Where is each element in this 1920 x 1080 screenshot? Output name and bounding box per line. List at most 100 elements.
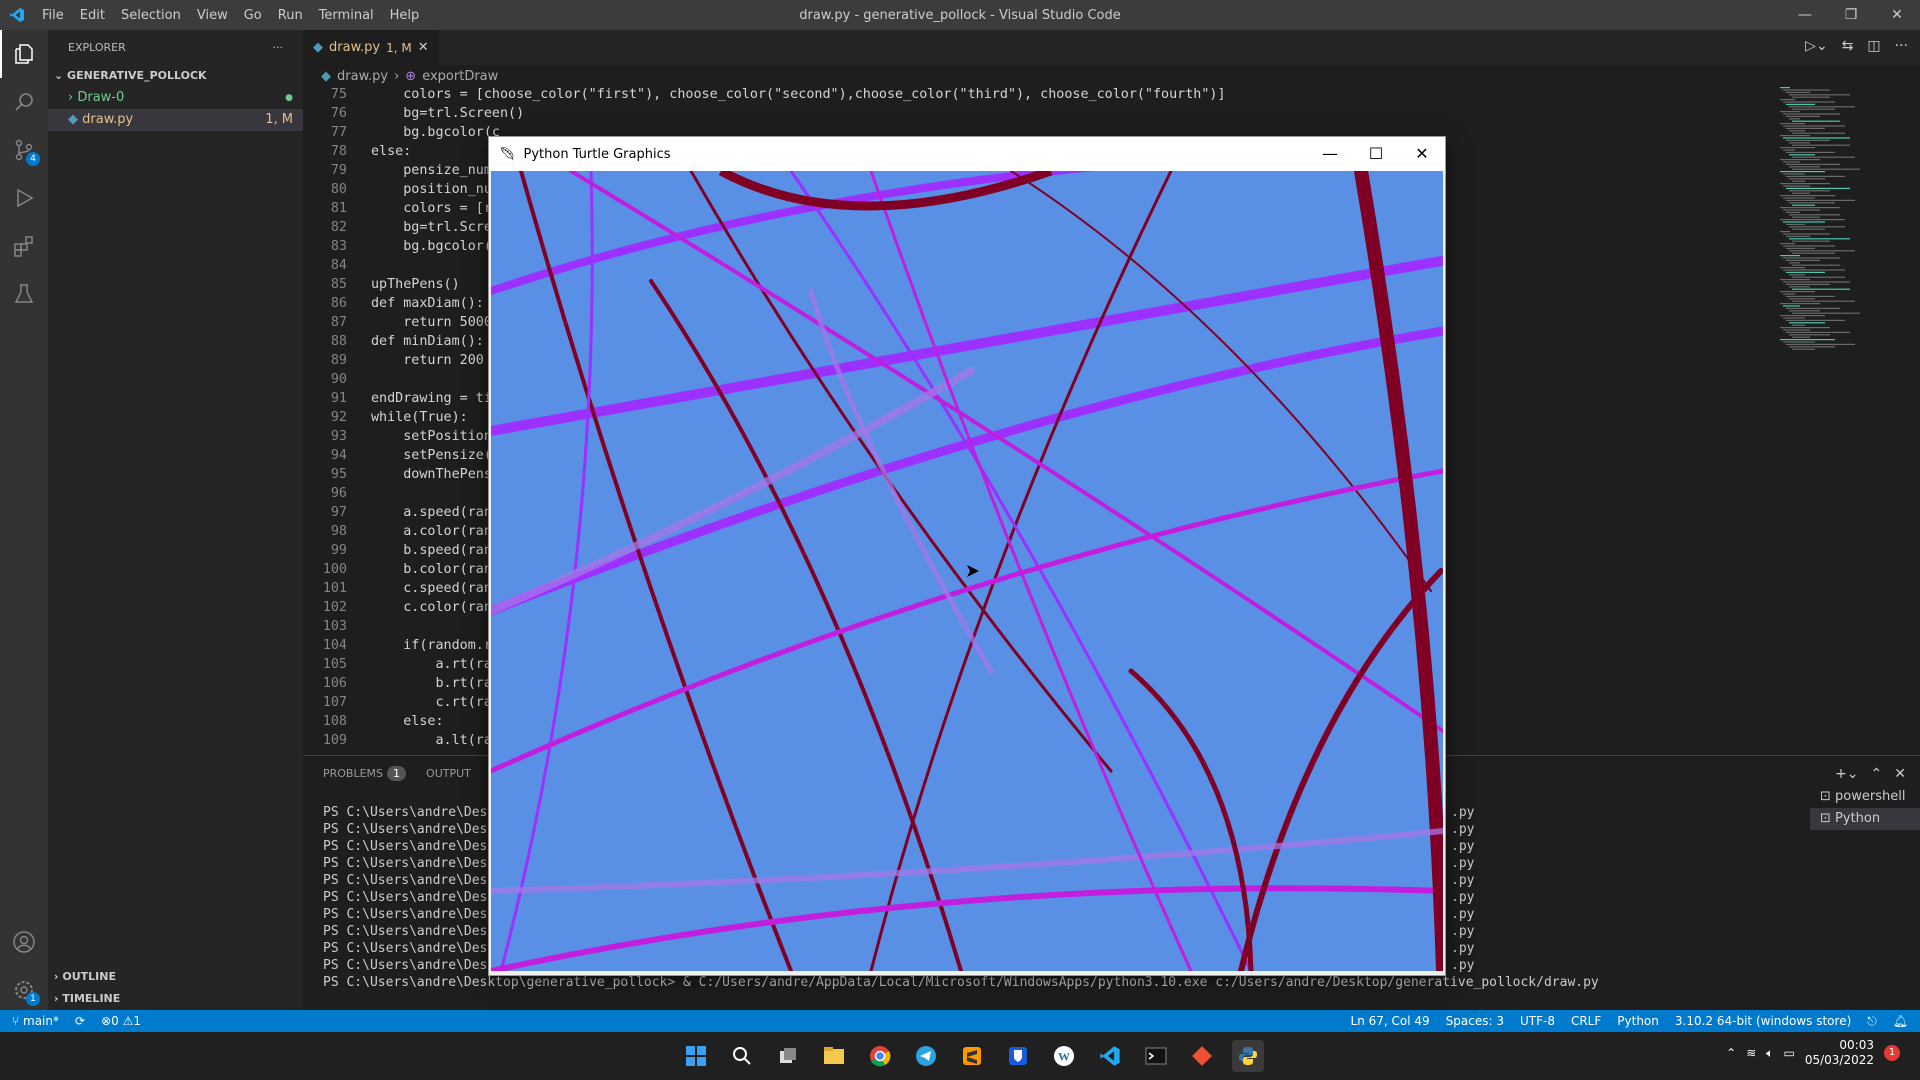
run-icon[interactable]: ▷⌄ xyxy=(1805,38,1828,54)
code-line: bg=trl.Screen() xyxy=(371,106,525,121)
encoding[interactable]: UTF-8 xyxy=(1520,1014,1555,1029)
minimap-line xyxy=(1789,178,1825,180)
branch-indicator[interactable]: ⑂ main* xyxy=(12,1014,59,1028)
close-icon[interactable]: ✕ xyxy=(418,40,429,55)
line-number: 91 xyxy=(330,391,347,406)
end-of-line[interactable]: CRLF xyxy=(1571,1014,1601,1029)
cursor-position[interactable]: Ln 67, Col 49 xyxy=(1351,1014,1430,1029)
tab-output[interactable]: OUTPUT xyxy=(426,767,471,780)
menu-edit[interactable]: Edit xyxy=(72,8,113,23)
minimap-line xyxy=(1792,336,1810,338)
split-editor-icon[interactable]: ◫ xyxy=(1867,38,1880,54)
menu-bar: File Edit Selection View Go Run Terminal… xyxy=(34,8,427,23)
testing-icon[interactable] xyxy=(0,270,48,318)
explorer-item-draw-py[interactable]: ◆ draw.py 1, M xyxy=(48,109,303,131)
maximize-panel-icon[interactable]: ⌃ xyxy=(1871,766,1883,782)
minimap[interactable] xyxy=(1776,87,1906,727)
wordpress-icon[interactable]: W xyxy=(1048,1040,1080,1072)
paint-stroke xyxy=(1354,171,1443,971)
new-terminal-icon[interactable]: +⌄ xyxy=(1835,766,1858,782)
settings-gear-icon[interactable]: 1 xyxy=(0,966,48,1014)
minimap-line xyxy=(1783,125,1845,127)
extensions-icon[interactable] xyxy=(0,222,48,270)
tab-draw-py[interactable]: ◆ draw.py 1, M ✕ xyxy=(303,30,439,65)
menu-selection[interactable]: Selection xyxy=(113,8,189,23)
terminal-icon[interactable] xyxy=(1140,1040,1172,1072)
live-share-icon[interactable]: ⎋ xyxy=(1867,1014,1877,1029)
windows-start-icon[interactable] xyxy=(680,1040,712,1072)
warning-icon: ⚠ xyxy=(122,1014,134,1028)
maximize-icon[interactable]: ☐ xyxy=(1353,137,1399,171)
tab-problems[interactable]: PROBLEMS 1 xyxy=(323,766,407,781)
menu-help[interactable]: Help xyxy=(382,8,428,23)
source-control-icon[interactable]: 4 xyxy=(0,126,48,174)
volume-icon[interactable]: 🔈︎ xyxy=(1766,1046,1773,1061)
problems-indicator[interactable]: ⊗0 ⚠1 xyxy=(101,1014,141,1028)
search-icon[interactable] xyxy=(726,1040,758,1072)
more-actions-icon[interactable]: ··· xyxy=(273,41,284,54)
notifications-bell-icon[interactable]: 🔔︎ xyxy=(1893,1014,1908,1029)
minimap-line xyxy=(1783,101,1835,103)
close-icon[interactable]: ✕ xyxy=(1399,137,1445,171)
code-line: pensize_num xyxy=(371,163,492,178)
bitwarden-icon[interactable] xyxy=(1002,1040,1034,1072)
terminal-item-powershell[interactable]: ⊡ powershell xyxy=(1810,786,1920,808)
minimap-line xyxy=(1792,252,1835,254)
notification-badge[interactable]: 1 xyxy=(1884,1045,1900,1061)
search-icon[interactable] xyxy=(0,78,48,126)
explorer-item-draw-0[interactable]: › Draw-0 ● xyxy=(48,87,303,109)
clock[interactable]: 00:03 05/03/2022 xyxy=(1805,1038,1874,1068)
line-number: 86 xyxy=(330,296,347,311)
chrome-icon[interactable] xyxy=(864,1040,896,1072)
minimap-line xyxy=(1789,106,1855,108)
folder-section[interactable]: ⌄ GENERATIVE_POLLOCK xyxy=(48,65,303,87)
menu-file[interactable]: File xyxy=(34,8,72,23)
compare-icon[interactable]: ⇆ xyxy=(1842,38,1854,54)
breadcrumb-symbol[interactable]: exportDraw xyxy=(422,69,498,84)
time: 00:03 xyxy=(1839,1038,1874,1052)
minimize-icon[interactable]: — xyxy=(1782,0,1828,30)
outline-section[interactable]: › OUTLINE xyxy=(48,966,116,988)
wifi-icon[interactable]: ≋ xyxy=(1746,1046,1756,1060)
menu-go[interactable]: Go xyxy=(236,8,270,23)
run-debug-icon[interactable] xyxy=(0,174,48,222)
line-number: 78 xyxy=(330,144,347,159)
painting-svg xyxy=(491,171,1443,971)
chevron-up-icon[interactable]: ⌃ xyxy=(1726,1046,1736,1060)
outline-label: OUTLINE xyxy=(62,970,116,983)
sublime-icon[interactable] xyxy=(956,1040,988,1072)
paint-stroke xyxy=(491,171,1095,295)
task-view-icon[interactable] xyxy=(772,1040,804,1072)
terminal-item-python[interactable]: ⊡ Python xyxy=(1810,808,1920,830)
sync-icon[interactable]: ⟳ xyxy=(75,1014,85,1028)
close-panel-icon[interactable]: ✕ xyxy=(1894,766,1906,782)
folder-name: GENERATIVE_POLLOCK xyxy=(67,69,207,82)
breadcrumb-file[interactable]: draw.py xyxy=(337,69,388,84)
line-number: 93 xyxy=(330,429,347,444)
menu-terminal[interactable]: Terminal xyxy=(311,8,382,23)
menu-run[interactable]: Run xyxy=(270,8,311,23)
timeline-section[interactable]: › TIMELINE xyxy=(48,988,120,1010)
more-actions-icon[interactable]: ··· xyxy=(1895,38,1908,54)
battery-icon[interactable]: ▭ xyxy=(1783,1046,1794,1060)
vscode-icon[interactable] xyxy=(1094,1040,1126,1072)
file-explorer-icon[interactable] xyxy=(818,1040,850,1072)
telegram-icon[interactable] xyxy=(910,1040,942,1072)
python-icon[interactable] xyxy=(1232,1040,1264,1072)
close-icon[interactable]: ✕ xyxy=(1874,0,1920,30)
language-mode[interactable]: Python xyxy=(1617,1014,1659,1029)
menu-view[interactable]: View xyxy=(189,8,236,23)
restore-icon[interactable]: ❐ xyxy=(1828,0,1874,30)
line-number: 80 xyxy=(330,182,347,197)
git-icon[interactable] xyxy=(1186,1040,1218,1072)
account-icon[interactable] xyxy=(0,918,48,966)
indentation[interactable]: Spaces: 3 xyxy=(1446,1014,1504,1029)
python-interpreter[interactable]: 3.10.2 64-bit (windows store) xyxy=(1675,1014,1851,1029)
turtle-canvas[interactable] xyxy=(491,171,1443,971)
explorer-icon[interactable] xyxy=(0,30,48,78)
minimap-line xyxy=(1792,144,1850,146)
minimize-icon[interactable]: — xyxy=(1307,137,1353,171)
minimap-line xyxy=(1786,223,1805,225)
python-file-icon: ◆ xyxy=(313,40,323,55)
minimap-line xyxy=(1789,118,1800,120)
